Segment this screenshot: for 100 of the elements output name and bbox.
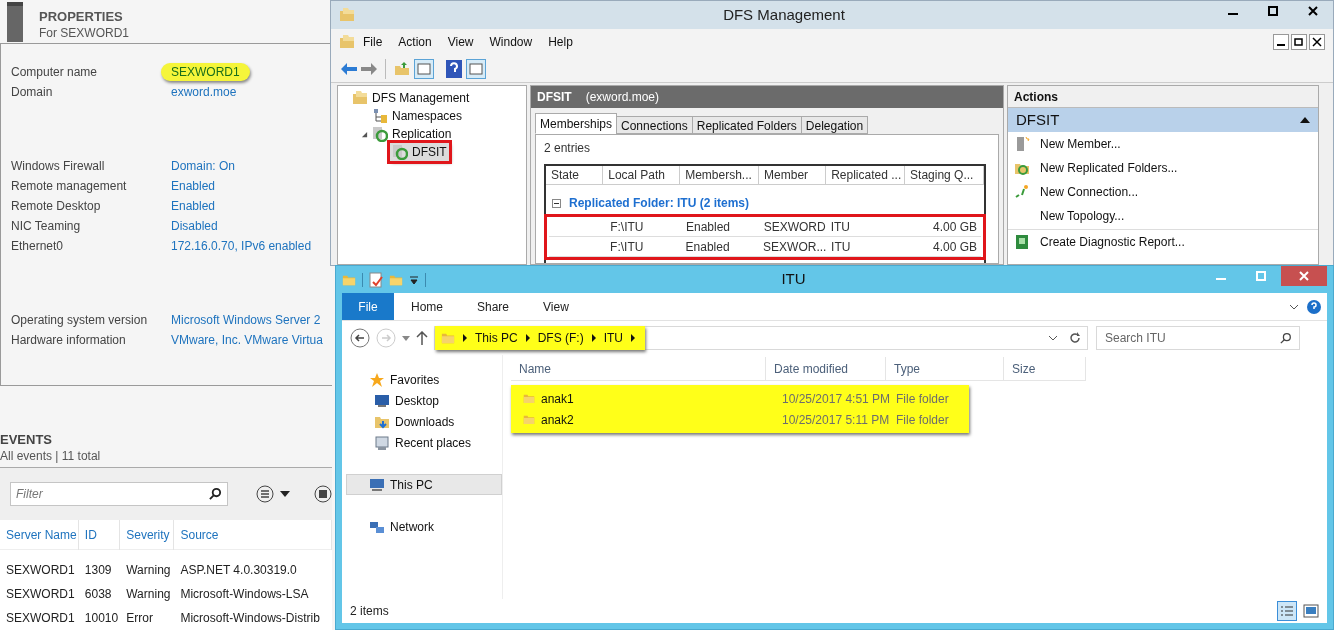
collapse-icon[interactable]: [552, 198, 561, 208]
column-header[interactable]: Local Path: [603, 166, 681, 184]
nav-item[interactable]: Favorites: [346, 369, 502, 390]
properties-icon[interactable]: [369, 271, 383, 288]
caret-icon[interactable]: [402, 335, 410, 341]
dropdown-icon[interactable]: [409, 274, 419, 285]
action-link[interactable]: New Member...: [1040, 135, 1121, 153]
thumbnail-view-icon[interactable]: [1303, 603, 1319, 619]
column-header[interactable]: Severity: [120, 519, 175, 550]
chevron-icon[interactable]: [463, 334, 467, 342]
column-header[interactable]: Staging Q...: [905, 166, 984, 184]
action-link[interactable]: Create Diagnostic Report...: [1040, 232, 1185, 251]
action-link[interactable]: New Replicated Folders...: [1040, 159, 1178, 177]
property-value[interactable]: Domain: On: [171, 156, 236, 175]
forward-arrow-icon[interactable]: [361, 62, 377, 75]
chevron-icon[interactable]: [525, 334, 530, 342]
ribbon-tab[interactable]: Share: [460, 293, 527, 320]
restore-icon[interactable]: [1291, 34, 1307, 50]
table-cell-text: SEXWORD: [762, 218, 826, 236]
breadcrumb[interactable]: DFS (F:): [537, 329, 584, 347]
chevron-icon[interactable]: [591, 334, 596, 342]
property-value[interactable]: SEXWORD1: [161, 62, 250, 81]
save-icon[interactable]: [314, 484, 332, 503]
column-header[interactable]: State: [546, 166, 604, 184]
tree-item[interactable]: DFS Management: [350, 89, 472, 107]
column-header[interactable]: Size: [1004, 357, 1086, 381]
group-label: Replicated Folder: ITU (2 items): [569, 195, 750, 212]
tree-label: DFSIT: [412, 144, 447, 161]
minimize-icon[interactable]: [1273, 34, 1289, 50]
namespace-icon: [372, 108, 388, 124]
help-icon[interactable]: [446, 59, 462, 78]
property-value[interactable]: 172.16.0.70, IPv6 enabled: [171, 236, 312, 255]
address-bar[interactable]: This PC DFS (F:) ITU: [434, 326, 1088, 350]
property-value[interactable]: VMware, Inc. VMware Virtua: [171, 330, 323, 349]
back-icon[interactable]: [350, 328, 370, 348]
menu-item[interactable]: Action: [390, 33, 440, 51]
folder-up-icon[interactable]: [394, 60, 410, 77]
computer-icon: [369, 476, 385, 493]
expanded-icon[interactable]: [360, 130, 368, 138]
breadcrumb[interactable]: This PC: [475, 329, 518, 347]
menu-item[interactable]: Help: [540, 33, 581, 51]
menu-item[interactable]: View: [439, 33, 482, 51]
pane-icon[interactable]: [414, 58, 434, 79]
column-header[interactable]: Date modified: [766, 357, 886, 381]
table-cell-text: ITU: [829, 218, 851, 236]
back-arrow-icon[interactable]: [341, 62, 357, 75]
column-header[interactable]: Member: [759, 166, 827, 184]
replication-icon: [372, 126, 388, 142]
section-title: EVENTS: [0, 431, 53, 448]
menu-item[interactable]: Window: [481, 33, 541, 51]
nav-item[interactable]: This PC: [346, 474, 502, 495]
chevron-icon[interactable]: [631, 334, 636, 342]
file-name[interactable]: anak2: [541, 410, 574, 429]
nav-item[interactable]: Desktop: [342, 390, 502, 411]
collapse-icon[interactable]: [1300, 117, 1310, 123]
ribbon-tab[interactable]: View: [526, 293, 586, 320]
action-link[interactable]: New Topology...: [1040, 207, 1125, 225]
column-header[interactable]: Type: [886, 357, 1004, 381]
list-options-button[interactable]: [256, 484, 290, 503]
refresh-icon[interactable]: [1069, 332, 1081, 344]
search-field[interactable]: Search ITU: [1096, 326, 1300, 350]
property-value[interactable]: Enabled: [171, 176, 216, 195]
column-header[interactable]: Membersh...: [680, 166, 760, 184]
expand-ribbon-icon[interactable]: [1289, 303, 1299, 310]
property-value[interactable]: Microsoft Windows Server 2: [171, 310, 321, 329]
caret-icon[interactable]: [1049, 335, 1057, 341]
file-name[interactable]: anak1: [541, 389, 574, 408]
entry-count: 2 entries: [544, 140, 592, 156]
actions-section-header[interactable]: DFSIT: [1008, 108, 1318, 132]
column-header[interactable]: Server Name: [0, 519, 79, 550]
up-arrow-icon[interactable]: [416, 331, 428, 345]
ribbon-tab[interactable]: Home: [394, 293, 460, 320]
tree-item[interactable]: Replication: [370, 125, 454, 143]
nav-item[interactable]: Network: [346, 516, 502, 537]
column-header[interactable]: Source: [174, 519, 332, 550]
tree-item[interactable]: DFSIT: [390, 143, 449, 161]
nav-item[interactable]: Downloads: [342, 411, 502, 432]
property-label: Ethernet0: [10, 237, 65, 255]
tab[interactable]: Replicated Folders: [691, 116, 802, 134]
help-icon[interactable]: [1307, 299, 1321, 314]
nav-item[interactable]: Recent places: [342, 432, 502, 453]
action-link[interactable]: New Connection...: [1040, 183, 1139, 201]
property-label: Windows Firewall: [10, 157, 106, 175]
details-view-icon[interactable]: [1277, 601, 1297, 621]
property-value[interactable]: Disabled: [171, 216, 218, 235]
column-header[interactable]: Replicated ...: [826, 166, 906, 184]
column-header[interactable]: Name: [511, 357, 766, 381]
menu-item[interactable]: File: [355, 33, 391, 51]
close-icon[interactable]: [1309, 34, 1325, 50]
table-cell-text: SEXWORD1: [5, 562, 76, 579]
property-value[interactable]: exword.moe: [171, 82, 237, 101]
breadcrumb[interactable]: ITU: [603, 329, 624, 347]
tab[interactable]: Connections: [616, 116, 693, 134]
caret-icon: [280, 490, 290, 497]
filter-field[interactable]: Filter: [10, 481, 228, 506]
property-value[interactable]: Enabled: [171, 196, 216, 215]
tab[interactable]: Memberships: [535, 113, 618, 134]
column-header[interactable]: ID: [78, 519, 121, 550]
tab[interactable]: Delegation: [800, 116, 869, 134]
tree-item[interactable]: Namespaces: [370, 107, 465, 125]
